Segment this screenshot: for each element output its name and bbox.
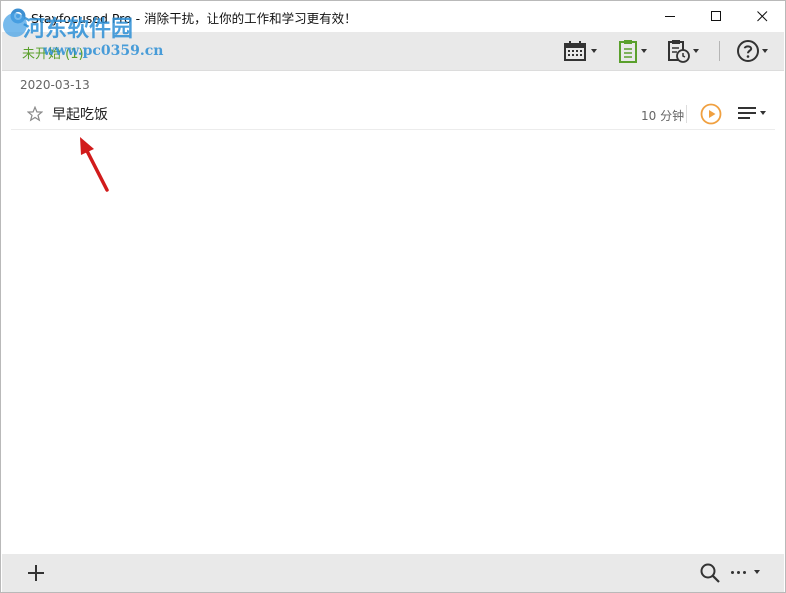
caret-down-icon (762, 49, 768, 53)
annotation-arrow-icon (80, 137, 109, 192)
close-button[interactable] (739, 1, 785, 32)
toolbar: 未开始 (1) (2, 32, 784, 71)
more-dot (731, 570, 734, 574)
caret-down-icon (760, 111, 766, 115)
task-row[interactable]: 早起吃饭 10 分钟 (11, 99, 775, 130)
minimize-button[interactable] (647, 1, 693, 32)
task-title: 早起吃饭 (52, 107, 108, 123)
search-icon[interactable] (699, 562, 721, 584)
app-window: Stayfocused Pro - 消除干扰，让你的工作和学习更有效！ 未开始 … (0, 0, 786, 593)
tasks-button[interactable] (617, 38, 647, 64)
maximize-button[interactable] (693, 1, 739, 32)
title-bar: Stayfocused Pro - 消除干扰，让你的工作和学习更有效！ (1, 1, 785, 32)
maximize-icon (710, 11, 721, 21)
caret-down-icon (591, 49, 597, 53)
minimize-icon (664, 16, 675, 17)
window-title: Stayfocused Pro - 消除干扰，让你的工作和学习更有效！ (31, 11, 357, 26)
calendar-icon (564, 41, 586, 61)
bottom-bar (2, 554, 784, 592)
task-duration: 10 分钟 (641, 109, 685, 123)
tab-not-started[interactable]: 未开始 (1) (22, 43, 84, 62)
caret-down-icon (693, 49, 699, 53)
star-icon[interactable] (27, 106, 43, 122)
calendar-button[interactable] (563, 38, 597, 64)
close-icon (756, 11, 767, 22)
caret-down-icon (754, 570, 760, 574)
more-dot (743, 570, 746, 574)
row-divider (686, 105, 687, 123)
play-icon[interactable] (700, 103, 722, 125)
group-date: 2020-03-13 (20, 78, 90, 92)
more-button[interactable] (731, 570, 760, 574)
toolbar-divider (719, 41, 720, 61)
watermark-logo (3, 13, 27, 37)
schedule-button[interactable] (667, 38, 699, 64)
caret-down-icon (641, 49, 647, 53)
add-icon[interactable] (26, 563, 46, 583)
help-icon (737, 40, 759, 62)
help-button[interactable] (736, 38, 768, 64)
clipboard-icon (619, 40, 637, 63)
list-menu-icon (738, 107, 756, 119)
more-dot (737, 570, 740, 574)
schedule-icon (668, 40, 690, 63)
task-menu-button[interactable] (738, 105, 766, 121)
